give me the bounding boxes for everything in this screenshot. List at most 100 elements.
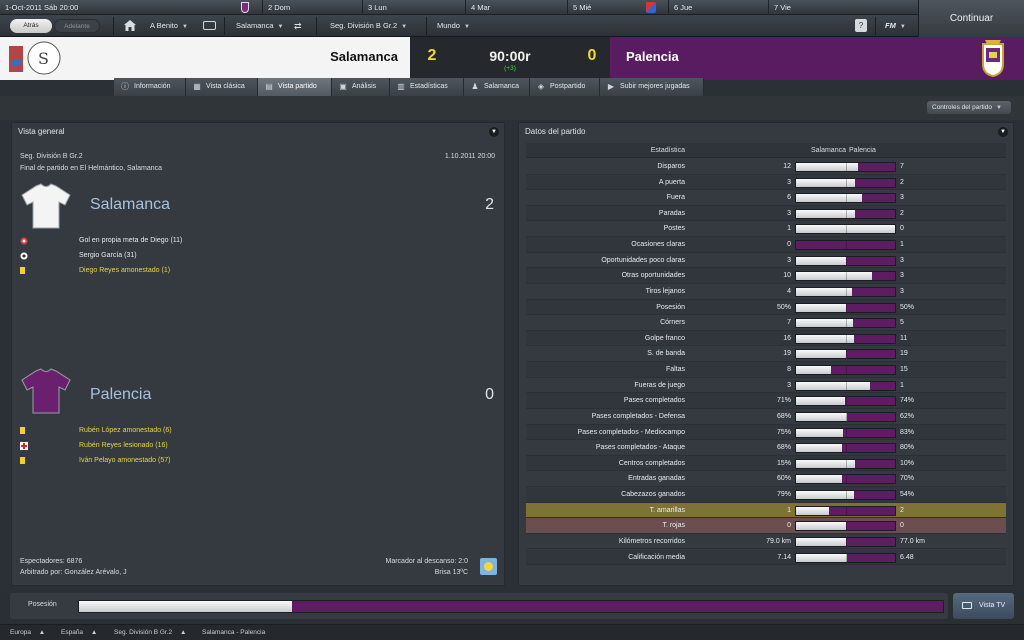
weather-text: Brisa 13ºC [434, 569, 468, 576]
match-controls-dropdown[interactable]: Controles del partido ▼ [927, 101, 1011, 114]
fm-menu[interactable]: FM ▼ [885, 19, 906, 33]
stat-row: Faltas 8 15 [526, 362, 1006, 378]
away-team-name[interactable]: Palencia [626, 49, 776, 64]
injury-icon [20, 442, 28, 450]
stat-label: Fuera [666, 194, 685, 202]
continue-button[interactable]: Continuar [918, 0, 1024, 37]
stat-label: T. rojas [662, 522, 685, 530]
tab-vista-clasica[interactable]: ▦ Vista clásica [186, 78, 258, 96]
breadcrumb-item[interactable]: España ▲ [61, 625, 97, 640]
stat-away-value: 3 [900, 287, 904, 295]
stat-home-value: 7 [787, 319, 791, 327]
stat-row: Fueras de juego 3 1 [526, 377, 1006, 394]
breadcrumb-item[interactable]: Salamanca - Palencia [202, 625, 265, 640]
svg-text:S: S [38, 49, 49, 68]
stat-label: Fueras de juego [634, 381, 685, 389]
stat-home-fill [796, 350, 846, 359]
home-event[interactable]: Diego Reyes amonestado (1) [79, 266, 170, 276]
stats-icon: ▥ [397, 82, 405, 91]
stat-row: Otras oportunidades 10 3 [526, 268, 1006, 284]
overview-title: Vista general [18, 127, 65, 136]
away-team-title[interactable]: Palencia [90, 386, 151, 404]
stat-label: T. amarillas [649, 506, 685, 514]
manager-menu[interactable]: A Benito ▼ [150, 19, 188, 33]
back-button[interactable]: Atrás [10, 19, 52, 33]
calendar-bar: 1-Oct-2011 Sáb 20:00 2 Dom 3 Lun 4 Mar 5… [0, 0, 918, 15]
calendar-day[interactable]: 7 Vie [768, 0, 918, 15]
stat-home-value: 68% [776, 444, 791, 452]
tab-vista-partido[interactable]: ▤ Vista partido [258, 78, 332, 96]
calendar-day[interactable]: 2 Dom [262, 0, 362, 15]
stat-comparison-bar [795, 536, 896, 547]
stat-away-value: 5 [900, 319, 904, 327]
home-event[interactable]: Sergio García (31) [79, 251, 137, 261]
stat-home-fill [796, 381, 871, 390]
tab-informacion[interactable]: ⓘ Información [114, 78, 186, 96]
home-icon[interactable] [124, 20, 136, 31]
overview-menu-chevron-icon[interactable]: ▼ [489, 127, 499, 137]
inbox-icon[interactable] [203, 21, 216, 30]
help-button[interactable]: ? [855, 19, 867, 32]
calendar-day[interactable]: 6 Jue [668, 0, 768, 15]
stat-comparison-bar [795, 162, 896, 172]
stat-label: Centros completados [618, 459, 685, 467]
stat-label: Pases completados - Mediocampo [577, 428, 685, 436]
referee[interactable]: Arbitrado por: González Arévalo, J [20, 569, 127, 576]
stat-home-value: 4 [787, 287, 791, 295]
video-icon: ▶ [607, 82, 615, 91]
calendar-day[interactable]: 4 Mar [465, 0, 567, 15]
stat-label: Pases completados [623, 397, 685, 405]
home-team-name[interactable]: Salamanca [290, 49, 398, 64]
stat-row: Pases completados - Mediocampo 75% 83% [526, 424, 1006, 441]
breadcrumb-item[interactable]: Europa ▲ [10, 625, 45, 640]
home-team-title[interactable]: Salamanca [90, 196, 170, 214]
tab-postpartido[interactable]: ◈ Postpartido [530, 78, 600, 96]
tab-salamanca[interactable]: ♟ Salamanca [464, 78, 530, 96]
stat-home-value: 1 [787, 225, 791, 233]
tab-analisis[interactable]: ▣ Análisis [332, 78, 390, 96]
away-event[interactable]: Rubén López amonestado (6) [79, 426, 172, 436]
stat-comparison-bar [795, 286, 896, 297]
stat-away-value: 1 [900, 381, 904, 389]
stat-row: Entradas ganadas 60% 70% [526, 471, 1006, 487]
possession-label: Posesión [28, 601, 57, 608]
stat-row: Tiros lejanos 4 3 [526, 283, 1006, 300]
stat-home-fill [796, 537, 847, 546]
stat-away-value: 15 [900, 366, 908, 374]
breadcrumb-item[interactable]: Seg. División B Gr.2 ▲ [114, 625, 186, 640]
world-menu[interactable]: Mundo ▼ [437, 19, 470, 33]
stat-away-value: 3 [900, 272, 904, 280]
stats-title: Datos del partido [525, 127, 586, 136]
tab-subir-mejores-jugadas[interactable]: ▶ Subir mejores jugadas [600, 78, 704, 96]
stat-home-value: 3 [787, 178, 791, 186]
transfer-icon[interactable]: ⇄ [294, 21, 308, 31]
forward-button[interactable]: Adelante [54, 19, 100, 33]
stat-label: Córners [660, 319, 685, 327]
current-date[interactable]: 1-Oct-2011 Sáb 20:00 [0, 0, 118, 15]
tab-estadisticas[interactable]: ▥ Estadísticas [390, 78, 464, 96]
possession-home-fill [79, 601, 292, 612]
calendar-day[interactable]: 3 Lun [362, 0, 465, 15]
spectators: Espectadores: 6876 [20, 558, 83, 565]
competition-label[interactable]: Seg. División B Gr.2 [20, 153, 83, 160]
stat-comparison-bar [795, 271, 896, 282]
stat-home-value: 16 [783, 334, 791, 342]
salamanca-crest-icon: S [8, 40, 62, 77]
stat-row: Kilómetros recorridos 79.0 km 77.0 km [526, 533, 1006, 550]
stat-away-value: 2 [900, 506, 904, 514]
away-event[interactable]: Rubén Reyes lesionado (16) [79, 441, 168, 451]
stat-label: Calificación media [628, 553, 685, 561]
away-event[interactable]: Iván Pelayo amonestado (57) [79, 456, 170, 466]
stat-comparison-bar [795, 380, 896, 391]
stat-comparison-bar [795, 240, 896, 251]
team-menu[interactable]: Salamanca ▼ [236, 19, 283, 33]
competition-menu[interactable]: Seg. División B Gr.2 ▼ [330, 19, 407, 33]
stat-home-fill [796, 287, 853, 296]
stat-label: A puerta [658, 178, 685, 186]
match-tabs: ⓘ Información ▦ Vista clásica ▤ Vista parti… [114, 78, 704, 96]
tv-icon [962, 602, 972, 609]
stats-menu-chevron-icon[interactable]: ▼ [998, 127, 1008, 137]
stat-away-value: 19 [900, 350, 908, 358]
stat-comparison-bar [795, 193, 896, 204]
home-event[interactable]: Gol en propia meta de Diego (11) [79, 236, 182, 246]
